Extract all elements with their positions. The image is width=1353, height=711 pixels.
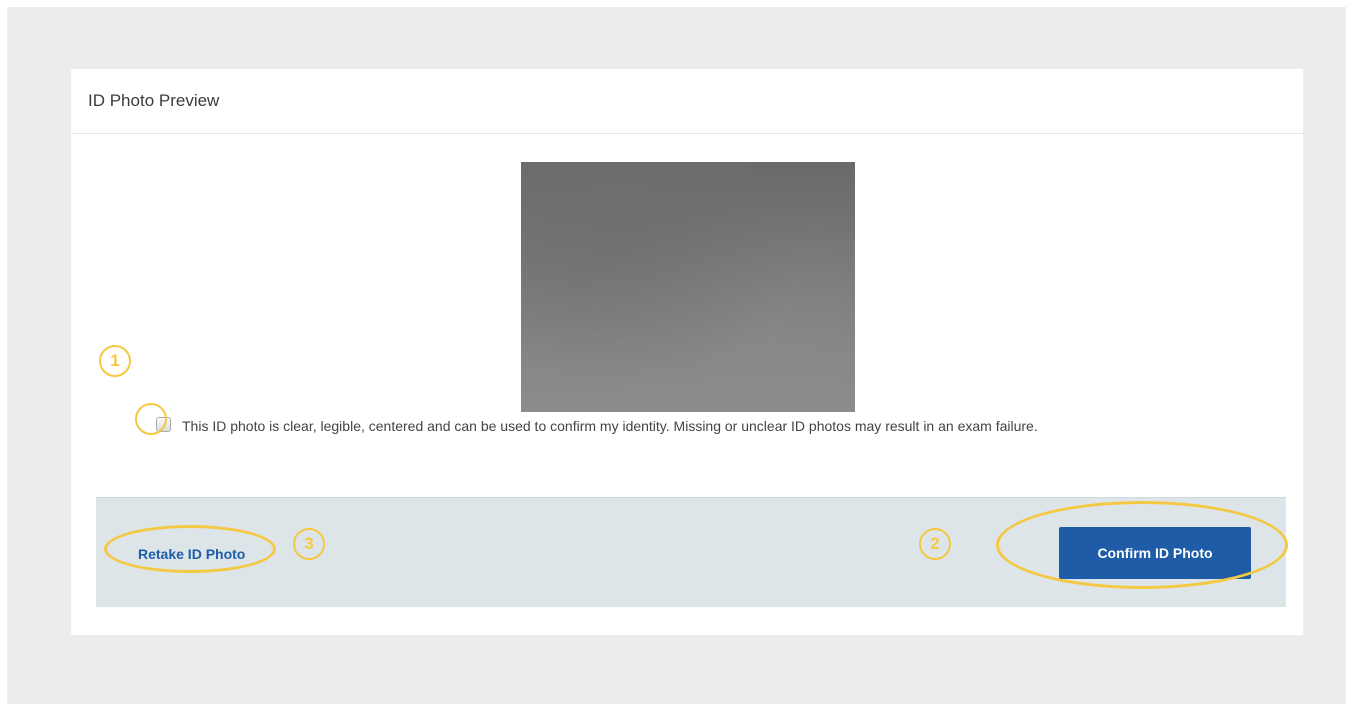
panel-title: ID Photo Preview xyxy=(88,91,220,110)
annotation-marker-1: 1 xyxy=(99,345,131,377)
page-background: ID Photo Preview This ID photo is clear,… xyxy=(7,7,1346,704)
annotation-ring-retake-link xyxy=(104,525,276,573)
panel-header: ID Photo Preview xyxy=(71,69,1303,134)
annotation-ring-checkbox xyxy=(135,403,167,435)
acknowledgement-label[interactable]: This ID photo is clear, legible, centere… xyxy=(182,415,1182,437)
annotation-marker-2: 2 xyxy=(919,528,951,560)
annotation-marker-3: 3 xyxy=(293,528,325,560)
id-photo-preview xyxy=(521,162,855,412)
annotation-ring-confirm-button xyxy=(996,501,1288,589)
